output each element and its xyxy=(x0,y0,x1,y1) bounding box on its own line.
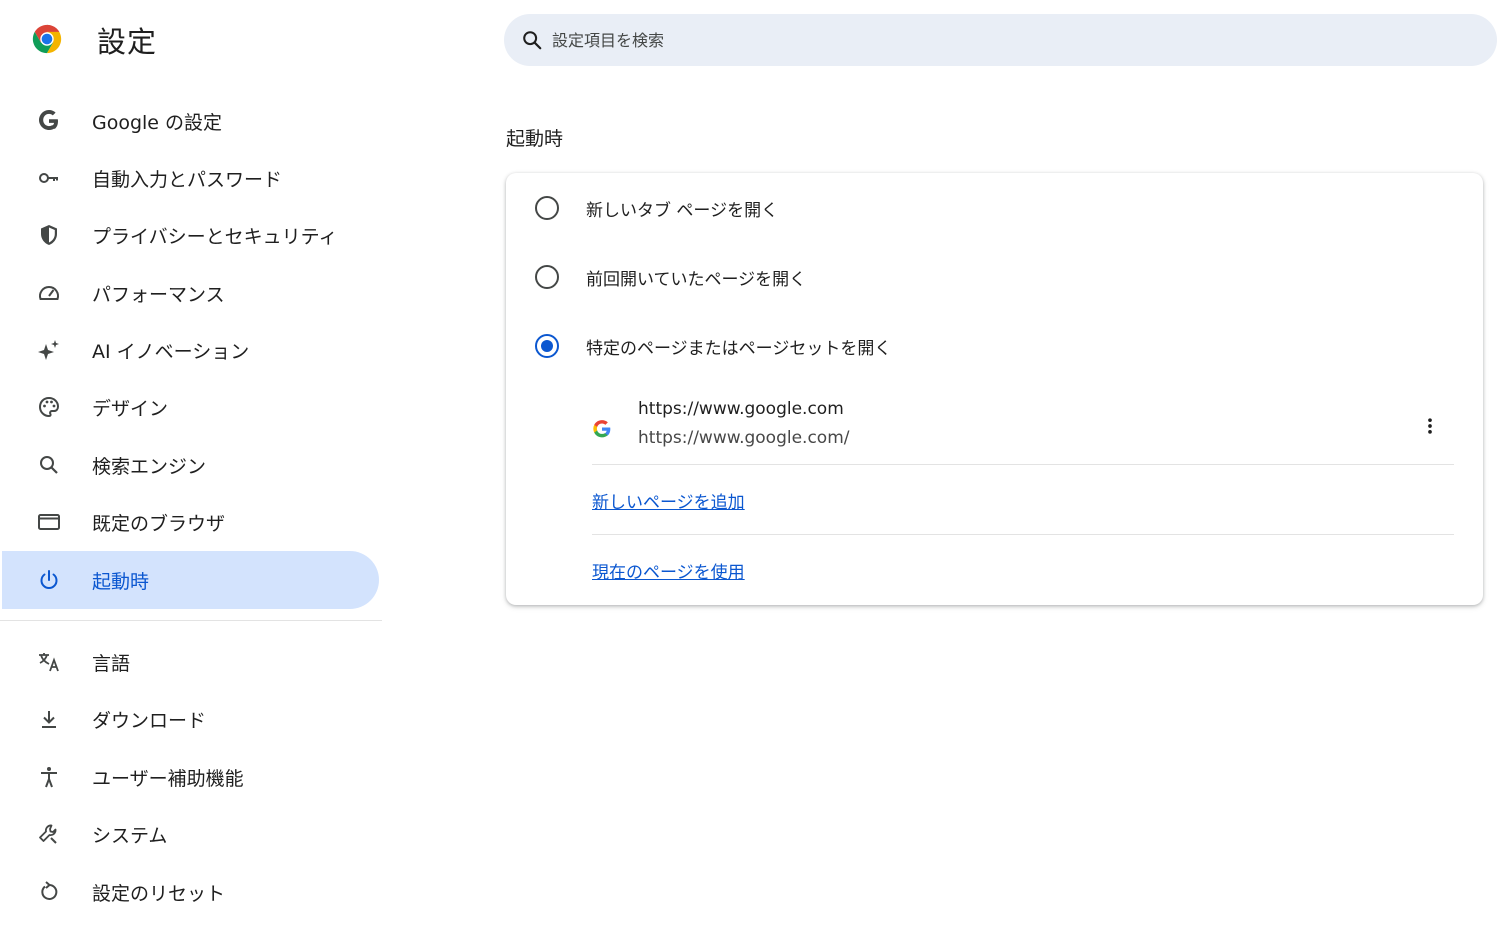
wrench-icon xyxy=(36,821,62,847)
section-title: 起動時 xyxy=(506,128,564,150)
sidebar-item-privacy[interactable]: プライバシーとセキュリティ xyxy=(2,206,379,264)
use-current-pages-link[interactable]: 現在のページを使用 xyxy=(592,558,745,583)
startup-page-url: https://www.google.com/ xyxy=(638,428,850,448)
key-icon xyxy=(36,165,62,191)
sidebar-item-label: 既定のブラウザ xyxy=(92,512,226,535)
sidebar-item-label: 起動時 xyxy=(92,570,150,593)
sidebar-item-default-browser[interactable]: 既定のブラウザ xyxy=(2,493,379,551)
speedometer-icon xyxy=(36,280,62,306)
more-actions-button[interactable] xyxy=(1414,410,1446,442)
radio-option-continue[interactable]: 前回開いていたページを開く xyxy=(506,247,1483,307)
sidebar-divider xyxy=(0,620,382,621)
page-title: 設定 xyxy=(97,25,158,59)
search-icon xyxy=(36,452,62,478)
radio-label: 前回開いていたページを開く xyxy=(586,269,807,290)
radio-button[interactable] xyxy=(535,196,559,220)
download-icon xyxy=(36,706,62,732)
reset-icon xyxy=(36,879,62,905)
sidebar-item-accessibility[interactable]: ユーザー補助機能 xyxy=(2,748,379,806)
radio-button[interactable] xyxy=(535,265,559,289)
sidebar-item-system[interactable]: システム xyxy=(2,805,379,863)
sidebar-item-ai[interactable]: AI イノベーション xyxy=(2,321,379,379)
palette-icon xyxy=(36,394,62,420)
radio-button-checked[interactable] xyxy=(535,334,559,358)
radio-option-specific-pages[interactable]: 特定のページまたはページセットを開く xyxy=(506,316,1483,376)
sidebar-item-search-engine[interactable]: 検索エンジン xyxy=(2,436,379,494)
sidebar-item-label: デザイン xyxy=(92,397,169,420)
sidebar-item-label: 自動入力とパスワード xyxy=(92,168,283,191)
sidebar-item-label: 設定のリセット xyxy=(92,882,226,905)
sparkle-icon xyxy=(36,337,62,363)
search-icon xyxy=(523,31,542,50)
more-vert-icon xyxy=(1428,418,1432,434)
sidebar-item-label: パフォーマンス xyxy=(92,283,225,306)
search-input[interactable] xyxy=(552,30,1452,50)
radio-option-new-tab[interactable]: 新しいタブ ページを開く xyxy=(506,178,1483,238)
sidebar-item-label: 言語 xyxy=(92,652,131,675)
sidebar-item-label: ユーザー補助機能 xyxy=(92,767,244,790)
search-box[interactable] xyxy=(504,14,1497,66)
translate-icon xyxy=(36,649,62,675)
sidebar-item-label: 検索エンジン xyxy=(92,455,207,478)
chrome-logo-icon xyxy=(32,24,62,54)
use-current-row: 現在のページを使用 xyxy=(592,535,1454,605)
add-page-row: 新しいページを追加 xyxy=(592,465,1454,535)
sidebar-item-label: Google の設定 xyxy=(92,111,223,134)
startup-page-title: https://www.google.com xyxy=(638,399,844,419)
sidebar-item-downloads[interactable]: ダウンロード xyxy=(2,690,379,748)
power-icon xyxy=(36,567,62,593)
sidebar-item-label: システム xyxy=(92,824,168,847)
startup-card: 新しいタブ ページを開く 前回開いていたページを開く 特定のページまたはページセ… xyxy=(506,173,1483,605)
radio-label: 新しいタブ ページを開く xyxy=(586,200,779,221)
google-g-icon xyxy=(36,108,62,134)
radio-label: 特定のページまたはページセットを開く xyxy=(586,338,892,359)
sidebar-item-languages[interactable]: 言語 xyxy=(2,633,379,691)
sidebar-item-reset[interactable]: 設定のリセット xyxy=(2,863,379,921)
sidebar-item-label: ダウンロード xyxy=(92,709,207,732)
browser-window-icon xyxy=(36,509,62,535)
startup-page-entry: https://www.google.com https://www.googl… xyxy=(592,391,1454,465)
accessibility-icon xyxy=(36,764,62,790)
shield-icon xyxy=(36,222,62,248)
sidebar-item-performance[interactable]: パフォーマンス xyxy=(2,264,379,322)
sidebar-item-on-startup[interactable]: 起動時 xyxy=(2,551,379,609)
google-favicon-icon xyxy=(593,420,611,438)
sidebar-item-label: プライバシーとセキュリティ xyxy=(92,225,338,248)
sidebar-item-google[interactable]: Google の設定 xyxy=(2,92,379,150)
sidebar-item-label: AI イノベーション xyxy=(92,340,250,363)
sidebar-item-design[interactable]: デザイン xyxy=(2,378,379,436)
add-new-page-link[interactable]: 新しいページを追加 xyxy=(592,488,745,513)
sidebar-item-autofill[interactable]: 自動入力とパスワード xyxy=(2,149,379,207)
